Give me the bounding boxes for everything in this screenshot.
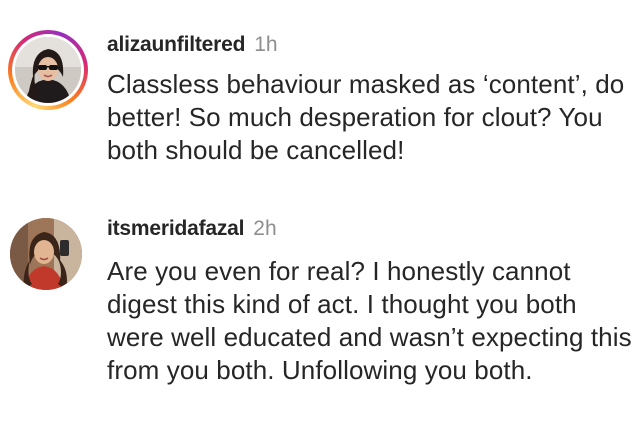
avatar-story-ring[interactable] [8,30,88,110]
comment-timestamp: 2h [253,217,277,240]
comment-text: Classless behaviour masked as ‘content’,… [107,69,625,165]
username-link[interactable]: itsmeridafazal [107,217,244,240]
comment-timestamp: 1h [254,33,278,56]
comment-text: Are you even for real? I honestly cannot… [107,256,632,385]
avatar-ring-gap [12,34,84,106]
avatar-photo-icon [10,218,82,290]
username-link[interactable]: alizaunfiltered [107,33,245,56]
avatar[interactable] [10,218,82,290]
comment-header: alizaunfiltered 1h [107,32,278,58]
avatar-photo-icon [15,37,81,103]
comment-header: itsmeridafazal 2h [107,216,277,242]
comment-item: alizaunfiltered 1h Classless behaviour ma… [0,0,640,200]
avatar[interactable] [15,37,81,103]
comment-item: itsmeridafazal 2h Are you even for real? … [0,200,640,448]
